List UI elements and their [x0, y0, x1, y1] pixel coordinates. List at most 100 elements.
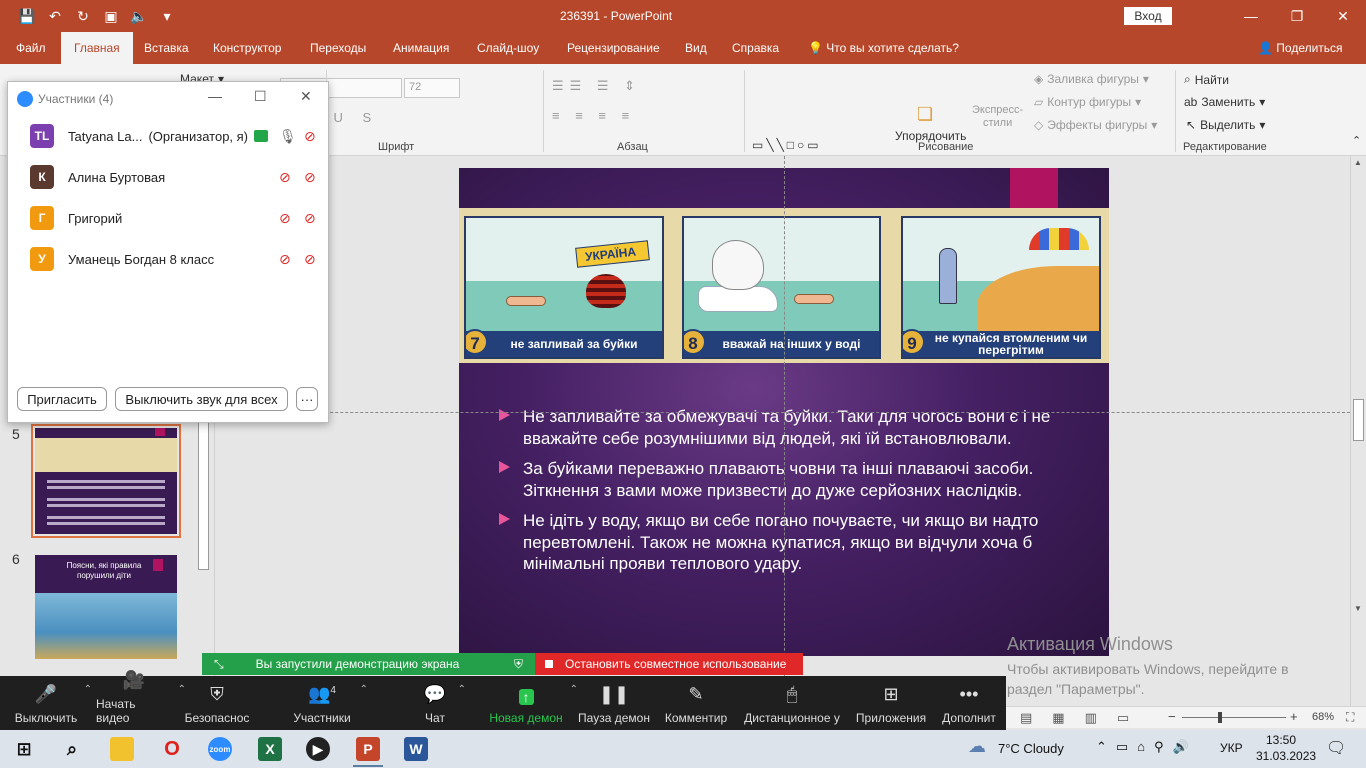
vertical-guide[interactable]: [784, 156, 785, 706]
tab-review[interactable]: Рецензирование: [565, 32, 662, 64]
arrange-button[interactable]: ❏ Упорядочить: [895, 104, 966, 143]
chat-button[interactable]: 💬 Чат ⌃: [418, 676, 466, 730]
clock-time[interactable]: 13:50: [1266, 733, 1296, 747]
shape-effects-button[interactable]: ◇ Эффекты фигуры ▾: [1034, 118, 1157, 132]
zoom-slider[interactable]: [1182, 717, 1286, 718]
list-buttons[interactable]: ☰☰ ☰ ⇕: [552, 78, 641, 94]
editor-vertical-scrollbar[interactable]: ▲ ▼: [1350, 156, 1366, 706]
replace-button[interactable]: ab Заменить ▾: [1184, 95, 1265, 109]
horizontal-guide[interactable]: [215, 412, 1350, 413]
video-off-icon[interactable]: ⊘: [304, 169, 316, 186]
align-buttons[interactable]: ≡ ≡ ≡ ≡: [552, 108, 635, 123]
view-buttons[interactable]: ▤▦▥▭: [1020, 710, 1149, 726]
participants-button[interactable]: 👥4 Участники ⌃: [290, 676, 368, 730]
start-video-button[interactable]: 🎥 Начать видео ⌃: [96, 670, 186, 730]
participant-row[interactable]: TL Tatyana La... (Организатор, я) 🎙 ⊘: [30, 124, 320, 148]
file-explorer-icon[interactable]: [110, 737, 134, 761]
stop-share-button[interactable]: Остановить совместное использование: [535, 653, 803, 675]
tray-icons[interactable]: ⌃▭⌂⚲🔊: [1096, 739, 1198, 755]
chevron-up-icon[interactable]: ⌃: [570, 684, 578, 695]
participant-row[interactable]: У Уманець Богдан 8 класс ⊘ ⊘: [30, 247, 320, 271]
apps-button[interactable]: ⊞ Приложения: [854, 676, 928, 730]
new-share-button[interactable]: ↑ Новая демон ⌃: [488, 676, 578, 730]
annotate-button[interactable]: ✎ Комментир: [664, 676, 728, 730]
restore-button[interactable]: ❐: [1274, 0, 1320, 32]
opera-icon[interactable]: O: [160, 737, 184, 761]
security-button[interactable]: ⛨ Безопаснос: [184, 676, 250, 730]
tab-file[interactable]: Файл: [14, 32, 48, 64]
media-player-icon[interactable]: ▶: [306, 737, 330, 761]
participant-row[interactable]: К Алина Буртовая ⊘ ⊘: [30, 165, 320, 189]
keyboard-language[interactable]: УКР: [1220, 741, 1243, 755]
more-button[interactable]: ••• Дополнит: [940, 676, 998, 730]
pause-share-button[interactable]: ❚❚ Пауза демон: [578, 676, 650, 730]
minimize-icon[interactable]: —: [208, 88, 222, 104]
tab-help[interactable]: Справка: [730, 32, 781, 64]
thumbnail-slide-6[interactable]: Поясни, які правила порушили діти: [35, 555, 177, 659]
close-button[interactable]: ✕: [1320, 0, 1366, 32]
scroll-up-icon[interactable]: ▲: [1354, 158, 1362, 167]
speaker-icon[interactable]: 🔈: [130, 7, 148, 25]
zoom-in-button[interactable]: +: [1290, 709, 1298, 724]
quick-styles-button[interactable]: Экспресс- стили: [972, 104, 1023, 130]
word-icon[interactable]: W: [404, 737, 428, 761]
font-size-combo[interactable]: 72: [404, 78, 460, 98]
tab-slideshow[interactable]: Слайд-шоу: [475, 32, 541, 64]
chevron-up-icon[interactable]: ⌃: [84, 684, 92, 695]
tab-transitions[interactable]: Переходы: [308, 32, 368, 64]
microphone-icon[interactable]: 🎙: [279, 128, 297, 145]
mute-button[interactable]: 🎤 Выключить ⌃: [14, 676, 92, 730]
muted-mic-icon[interactable]: ⊘: [279, 210, 291, 227]
weather-text[interactable]: 7°C Cloudy: [998, 741, 1064, 756]
select-button[interactable]: ↖ Выделить ▾: [1186, 118, 1265, 132]
tab-insert[interactable]: Вставка: [142, 32, 191, 64]
chevron-up-icon[interactable]: ⌃: [360, 684, 368, 695]
zoom-slider-knob[interactable]: [1218, 712, 1222, 723]
powerpoint-icon[interactable]: P: [356, 737, 380, 761]
mute-all-button[interactable]: Выключить звук для всех: [115, 387, 288, 411]
excel-icon[interactable]: X: [258, 737, 282, 761]
participant-row[interactable]: Г Григорий ⊘ ⊘: [30, 206, 320, 230]
screen-sharing-banner[interactable]: ⤡ Вы запустили демонстрацию экрана ⛨: [202, 653, 535, 675]
tab-home[interactable]: Главная: [61, 32, 133, 64]
more-options-button[interactable]: ···: [296, 387, 318, 411]
collapse-ribbon-icon[interactable]: ⌃: [1352, 134, 1361, 147]
customize-qat-icon[interactable]: ▾: [158, 7, 176, 25]
drag-handle-icon[interactable]: ⤡: [214, 657, 224, 672]
zoom-out-button[interactable]: −: [1168, 709, 1176, 724]
chevron-up-icon[interactable]: ⌃: [458, 684, 466, 695]
zoom-app-icon[interactable]: zoom: [208, 737, 232, 761]
muted-mic-icon[interactable]: ⊘: [279, 251, 291, 268]
slide-bullet-list[interactable]: Не запливайте за обмежувачі та буйки. Та…: [499, 406, 1079, 584]
close-icon[interactable]: ✕: [300, 88, 312, 105]
muted-mic-icon[interactable]: ⊘: [279, 169, 291, 186]
tab-view[interactable]: Вид: [683, 32, 709, 64]
tab-animations[interactable]: Анимация: [391, 32, 451, 64]
shape-outline-button[interactable]: ▱ Контур фигуры ▾: [1034, 95, 1141, 109]
fit-slide-icon[interactable]: ⛶: [1346, 710, 1354, 725]
tab-design[interactable]: Конструктор: [211, 32, 283, 64]
sign-in-button[interactable]: Вход: [1124, 7, 1172, 25]
scroll-down-icon[interactable]: ▼: [1354, 604, 1362, 613]
save-icon[interactable]: 💾: [18, 7, 36, 25]
editor-scroll-thumb[interactable]: [1353, 399, 1364, 441]
invite-button[interactable]: Пригласить: [17, 387, 107, 411]
undo-icon[interactable]: ↶: [46, 7, 64, 25]
video-off-icon[interactable]: ⊘: [304, 210, 316, 227]
tell-me-box[interactable]: 💡 Что вы хотите сделать?: [806, 32, 961, 64]
present-icon[interactable]: ▣: [102, 7, 120, 25]
video-off-icon[interactable]: ⊘: [304, 128, 316, 145]
clock-date[interactable]: 31.03.2023: [1256, 749, 1316, 763]
shape-fill-button[interactable]: ◈ Заливка фигуры ▾: [1034, 72, 1149, 86]
remote-control-button[interactable]: 🖱 Дистанционное у: [742, 676, 842, 730]
maximize-icon[interactable]: ☐: [254, 88, 267, 105]
find-button[interactable]: ⌕ Найти: [1184, 72, 1229, 87]
thumbnail-slide-5[interactable]: [31, 424, 181, 538]
search-icon[interactable]: ⌕: [60, 737, 84, 761]
zoom-level[interactable]: 68%: [1312, 711, 1334, 723]
redo-icon[interactable]: ↻: [74, 7, 92, 25]
video-off-icon[interactable]: ⊘: [304, 251, 316, 268]
windows-start-icon[interactable]: ⊞: [12, 737, 36, 761]
share-button[interactable]: 👤 Поделиться: [1256, 32, 1345, 64]
minimize-button[interactable]: —: [1228, 0, 1274, 32]
